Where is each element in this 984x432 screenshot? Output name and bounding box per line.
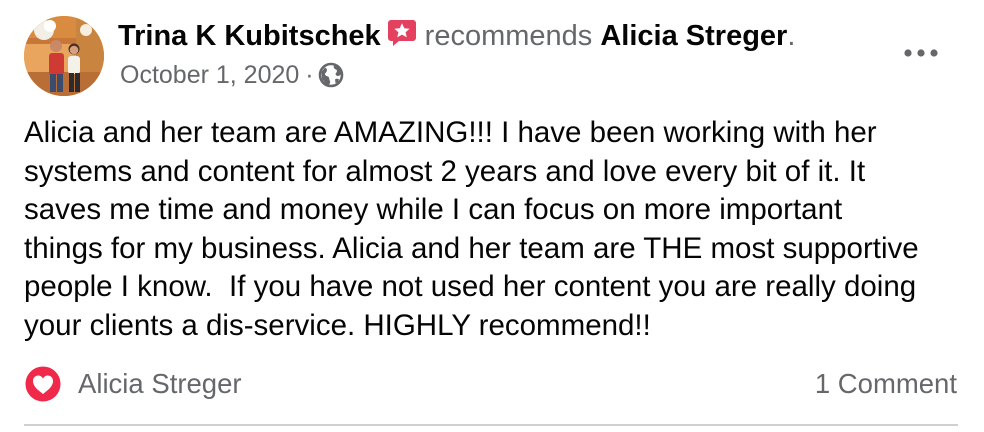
recommendation-star-icon bbox=[387, 18, 417, 48]
more-options-icon bbox=[904, 49, 938, 57]
globe-icon[interactable] bbox=[318, 62, 344, 88]
more-options-button[interactable] bbox=[898, 36, 944, 70]
post-date[interactable]: October 1, 2020 bbox=[120, 61, 299, 89]
reactions-summary[interactable]: Alicia Streger bbox=[78, 365, 242, 403]
avatar-photo bbox=[24, 16, 104, 96]
meta-separator: · bbox=[305, 61, 314, 89]
love-heart-icon[interactable] bbox=[24, 365, 62, 403]
post-header: Trina K Kubitschek recommends Alicia Str… bbox=[118, 16, 795, 56]
recommended-page-name[interactable]: Alicia Streger bbox=[600, 20, 787, 52]
author-name[interactable]: Trina K Kubitschek bbox=[118, 20, 381, 52]
author-avatar[interactable] bbox=[24, 16, 104, 96]
comment-count-link[interactable]: 1 Comment bbox=[815, 365, 957, 403]
divider bbox=[24, 424, 958, 426]
recommendation-post: Trina K Kubitschek recommends Alicia Str… bbox=[0, 0, 984, 432]
header-period: . bbox=[787, 20, 796, 52]
post-meta: October 1, 2020 · bbox=[120, 58, 344, 92]
recommends-verb: recommends bbox=[424, 20, 593, 52]
post-body-text: Alicia and her team are AMAZING!!! I hav… bbox=[24, 116, 919, 342]
